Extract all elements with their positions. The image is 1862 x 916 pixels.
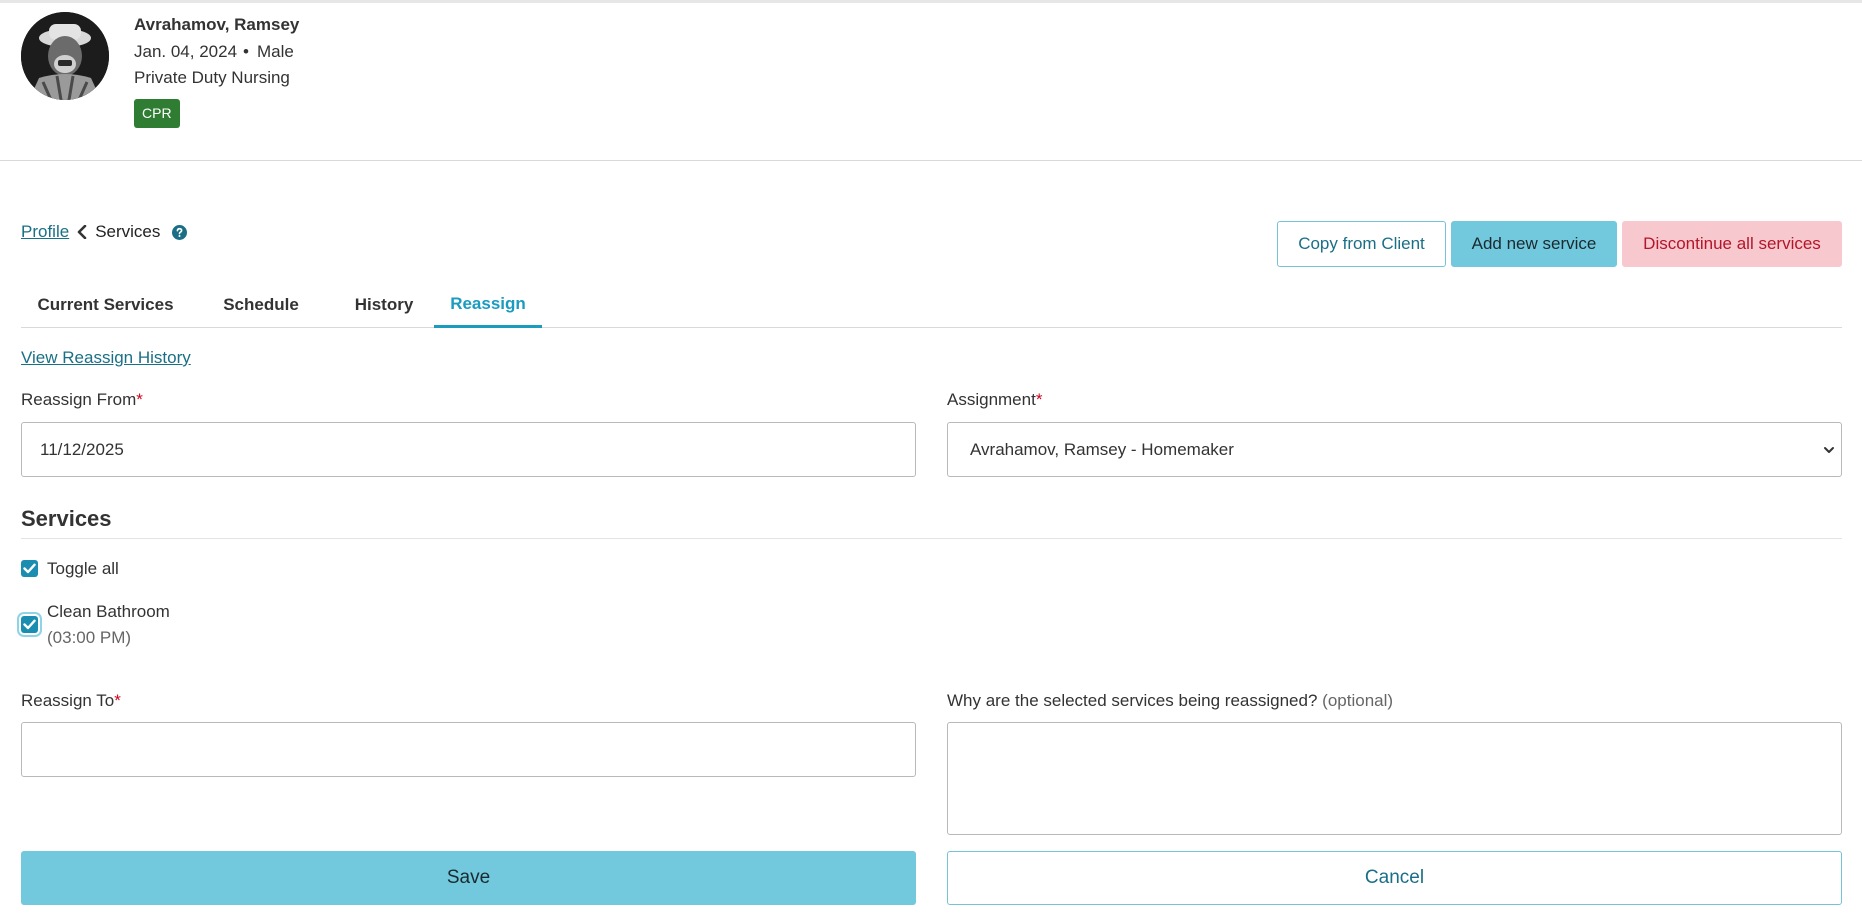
assignment-label: Assignment* xyxy=(947,390,1042,410)
discontinue-all-services-button[interactable]: Discontinue all services xyxy=(1622,221,1842,267)
required-mark: * xyxy=(114,691,121,710)
toggle-all-label: Toggle all xyxy=(47,559,119,578)
cancel-button[interactable]: Cancel xyxy=(947,851,1842,905)
client-demographics: Jan. 04, 2024 • Male xyxy=(134,42,294,62)
service-time: (03:00 PM) xyxy=(47,628,132,647)
assignment-selected-value: Avrahamov, Ramsey - Homemaker xyxy=(970,439,1234,459)
services-heading: Services xyxy=(21,506,112,531)
reassign-from-date-input[interactable]: 11/12/2025 xyxy=(21,422,916,477)
reassign-to-label-text: Reassign To xyxy=(21,691,115,710)
tab-history[interactable]: History xyxy=(332,282,436,328)
help-icon[interactable] xyxy=(172,224,188,240)
client-gender: Male xyxy=(256,42,294,61)
add-new-service-button[interactable]: Add new service xyxy=(1451,221,1617,267)
reason-label: Why are the selected services being reas… xyxy=(947,691,1393,711)
service-name: Clean Bathroom xyxy=(47,602,170,621)
assignment-select[interactable]: Avrahamov, Ramsey - Homemaker xyxy=(947,422,1842,477)
services-divider xyxy=(21,538,1842,539)
required-mark: * xyxy=(136,390,143,409)
checkmark-icon xyxy=(23,563,36,574)
reassign-to-input[interactable] xyxy=(21,722,916,777)
chevron-left-icon xyxy=(77,225,87,239)
assignment-label-text: Assignment xyxy=(947,390,1036,409)
meta-separator: • xyxy=(243,42,249,61)
client-name: Avrahamov, Ramsey xyxy=(134,15,300,34)
tab-reassign[interactable]: Reassign xyxy=(434,282,542,328)
reassign-from-label: Reassign From* xyxy=(21,390,143,410)
avatar-photo xyxy=(21,12,109,100)
services-tabs: Current Services Schedule History Reassi… xyxy=(21,282,1842,328)
reassign-to-label: Reassign To* xyxy=(21,691,121,711)
client-dob: Jan. 04, 2024 xyxy=(134,42,238,61)
breadcrumb-profile-link[interactable]: Profile xyxy=(21,222,69,242)
save-button[interactable]: Save xyxy=(21,851,916,905)
client-program: Private Duty Nursing xyxy=(134,68,290,87)
cpr-badge: CPR xyxy=(134,99,180,128)
avatar xyxy=(21,12,109,100)
tab-current-services[interactable]: Current Services xyxy=(21,282,190,328)
reassign-from-label-text: Reassign From xyxy=(21,390,137,409)
required-mark: * xyxy=(1035,390,1043,409)
optional-hint: (optional) xyxy=(1322,691,1394,710)
chevron-down-icon xyxy=(1823,445,1835,455)
toggle-all-checkbox[interactable] xyxy=(21,560,38,577)
breadcrumb-current: Services xyxy=(95,222,161,241)
reason-label-text: Why are the selected services being reas… xyxy=(947,691,1318,710)
reason-textarea[interactable] xyxy=(947,722,1842,835)
client-header: Avrahamov, Ramsey Jan. 04, 2024 • Male Pri… xyxy=(0,0,1862,161)
tab-schedule[interactable]: Schedule xyxy=(206,282,316,328)
breadcrumb: Profile Services xyxy=(21,222,188,242)
checkmark-icon xyxy=(23,619,36,630)
reassign-from-value: 11/12/2025 xyxy=(40,439,124,459)
copy-from-client-button[interactable]: Copy from Client xyxy=(1277,221,1446,267)
view-reassign-history-link[interactable]: View Reassign History xyxy=(21,348,191,368)
service-checkbox-clean-bathroom[interactable] xyxy=(21,616,38,633)
